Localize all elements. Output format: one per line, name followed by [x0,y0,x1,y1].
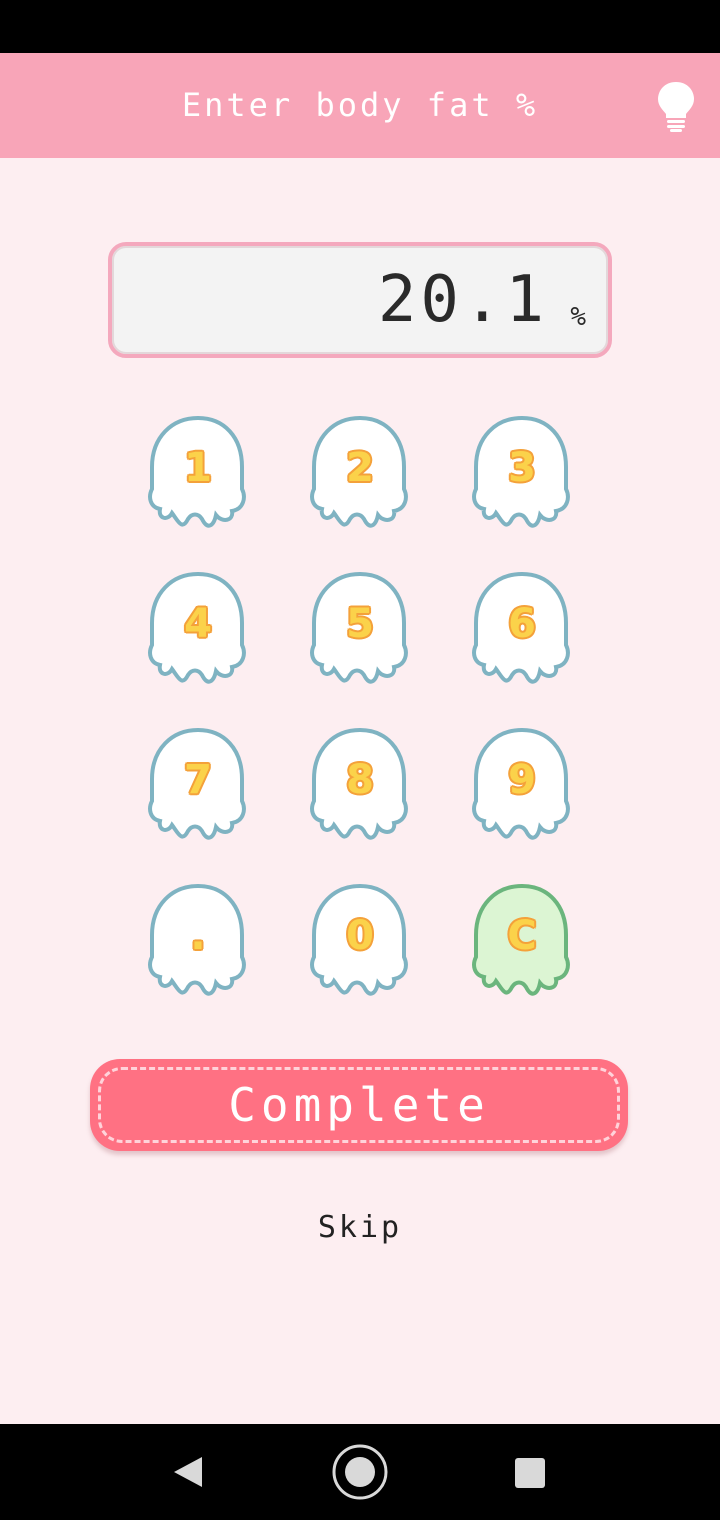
square-recent-icon[interactable] [514,1457,546,1489]
key-2[interactable]: 2 [310,415,410,535]
key-0[interactable]: 0 [310,883,410,1003]
key-clear[interactable]: C [472,883,572,1003]
key-label: 0 [346,913,374,959]
key-label: 5 [346,601,374,647]
key-8[interactable]: 8 [310,727,410,847]
key-label: 9 [508,757,536,803]
percent-unit: % [570,302,586,332]
body-fat-value: 20.1 [377,263,548,337]
key-label: 1 [184,445,212,491]
key-9[interactable]: 9 [472,727,572,847]
skip-link[interactable]: Skip [300,1210,420,1245]
body-fat-display: 20.1 % [108,242,612,358]
key-label: 3 [508,445,536,491]
key-decimal[interactable]: . [148,883,248,1003]
key-1[interactable]: 1 [148,415,248,535]
page-title: Enter body fat % [181,86,539,124]
header-bar: Enter body fat % [0,53,720,158]
key-label: 6 [508,601,536,647]
key-6[interactable]: 6 [472,571,572,691]
key-7[interactable]: 7 [148,727,248,847]
complete-button[interactable]: Complete [90,1059,628,1151]
triangle-back-icon[interactable] [172,1455,204,1489]
key-label: 4 [184,601,212,647]
key-3[interactable]: 3 [472,415,572,535]
key-label: . [190,913,206,959]
key-label: 7 [184,757,212,803]
key-label: 2 [346,445,374,491]
complete-button-label: Complete [228,1078,490,1132]
circle-home-icon[interactable] [331,1443,389,1501]
lightbulb-icon[interactable] [654,80,698,132]
key-label: 8 [346,757,374,803]
key-4[interactable]: 4 [148,571,248,691]
status-bar [0,0,720,53]
key-5[interactable]: 5 [310,571,410,691]
key-label: C [507,913,537,959]
